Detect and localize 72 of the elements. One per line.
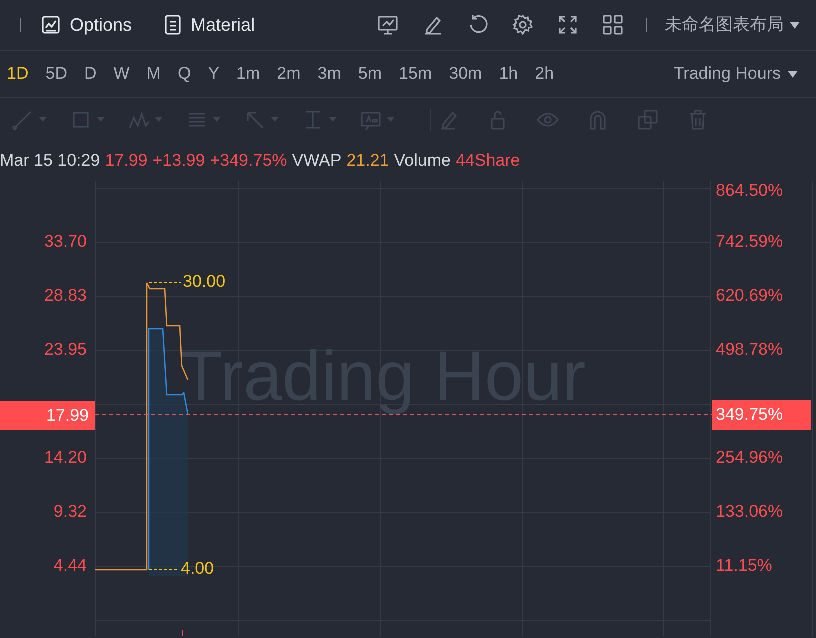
low-price-label: 4.00 — [181, 559, 214, 579]
trash-icon — [687, 108, 709, 130]
caret-icon — [387, 117, 395, 122]
chart-icon — [41, 15, 61, 35]
settings-button[interactable] — [512, 14, 534, 36]
timeframe-tab[interactable]: 1D — [7, 61, 29, 87]
timeframe-tab[interactable]: 1h — [499, 61, 518, 87]
layout-dropdown[interactable]: 未命名图表布局 — [665, 12, 800, 38]
quote-text: 21.21 — [346, 150, 390, 172]
menu-button[interactable]: Options — [41, 12, 132, 38]
quote-text: Mar 15 10:29 — [0, 150, 100, 172]
grid-button[interactable] — [602, 14, 624, 36]
caret-icon — [213, 117, 221, 122]
high-marker-line — [148, 282, 182, 283]
time-marker — [182, 630, 183, 636]
menu-button[interactable]: Material — [164, 12, 256, 38]
monitor-chart-button[interactable] — [377, 14, 399, 36]
timeframe-tab[interactable]: 1m — [236, 61, 260, 87]
timeframe-tab[interactable]: M — [146, 61, 161, 87]
timeframe-tab[interactable]: 30m — [449, 61, 482, 87]
price-axis-label: 4.44 — [54, 556, 87, 576]
timeframe-tab[interactable]: Q — [178, 61, 192, 87]
pencil-button[interactable] — [422, 14, 444, 36]
timeframe-tab[interactable]: 3m — [318, 61, 342, 87]
percent-axis-label: 498.78% — [716, 340, 784, 360]
quote-text: +349.75% — [210, 150, 288, 172]
magnet-icon — [587, 108, 609, 130]
price-axis-label: 23.95 — [44, 340, 87, 360]
timeframe-tab[interactable]: 5D — [46, 61, 68, 87]
line-tool-icon — [12, 108, 34, 130]
timeframe-tab[interactable]: 2m — [277, 61, 301, 87]
low-marker-line — [148, 569, 180, 570]
session-dropdown[interactable]: Trading Hours — [674, 61, 798, 87]
timeframe-tab[interactable]: W — [114, 61, 130, 87]
timeframe-tab[interactable]: Y — [208, 61, 220, 87]
timeframe-tab[interactable]: 2h — [535, 61, 554, 87]
timeframe-tab[interactable]: 5m — [358, 61, 382, 87]
quote-text: 44Share — [456, 150, 520, 172]
caret-icon — [97, 117, 105, 122]
line-tool-button[interactable] — [12, 108, 47, 130]
refresh-button[interactable] — [467, 14, 489, 36]
quote-text: Volume — [394, 150, 451, 172]
caret-icon — [39, 117, 47, 122]
caret-icon — [271, 117, 279, 122]
price-axis-label: 9.32 — [54, 502, 87, 522]
caret-icon — [329, 117, 337, 122]
copy-icon — [637, 108, 659, 130]
caret-icon — [790, 22, 800, 28]
expand-button[interactable] — [557, 14, 579, 36]
quote-text: VWAP — [292, 150, 342, 172]
quote-text: +13.99 — [152, 150, 206, 172]
timeframe-tab[interactable]: D — [84, 61, 97, 87]
price-axis-label: 28.83 — [44, 286, 87, 306]
percent-axis-label: 254.96% — [716, 448, 784, 468]
price-axis-label: 14.20 — [44, 448, 87, 468]
copy-button[interactable] — [637, 108, 659, 130]
caret-icon — [788, 70, 798, 78]
price-axis-label: 33.70 — [44, 232, 87, 252]
percent-axis-label: 11.15% — [716, 556, 772, 576]
high-price-label: 30.00 — [183, 272, 226, 292]
last-price-badge: 17.99 — [0, 401, 95, 430]
percent-axis-label: 864.50% — [716, 181, 784, 201]
trash-button[interactable] — [687, 108, 709, 130]
timeframe-tab[interactable]: 15m — [399, 61, 432, 87]
percent-axis-label: 742.59% — [716, 232, 784, 252]
percent-axis-label: 620.69% — [716, 286, 784, 306]
percent-axis-label: 133.06% — [716, 502, 784, 522]
caret-icon — [155, 117, 163, 122]
document-icon — [164, 15, 182, 35]
last-change-badge: 349.75% — [712, 400, 811, 430]
quote-text: 17.99 — [105, 150, 148, 172]
magnet-button[interactable] — [587, 108, 609, 130]
